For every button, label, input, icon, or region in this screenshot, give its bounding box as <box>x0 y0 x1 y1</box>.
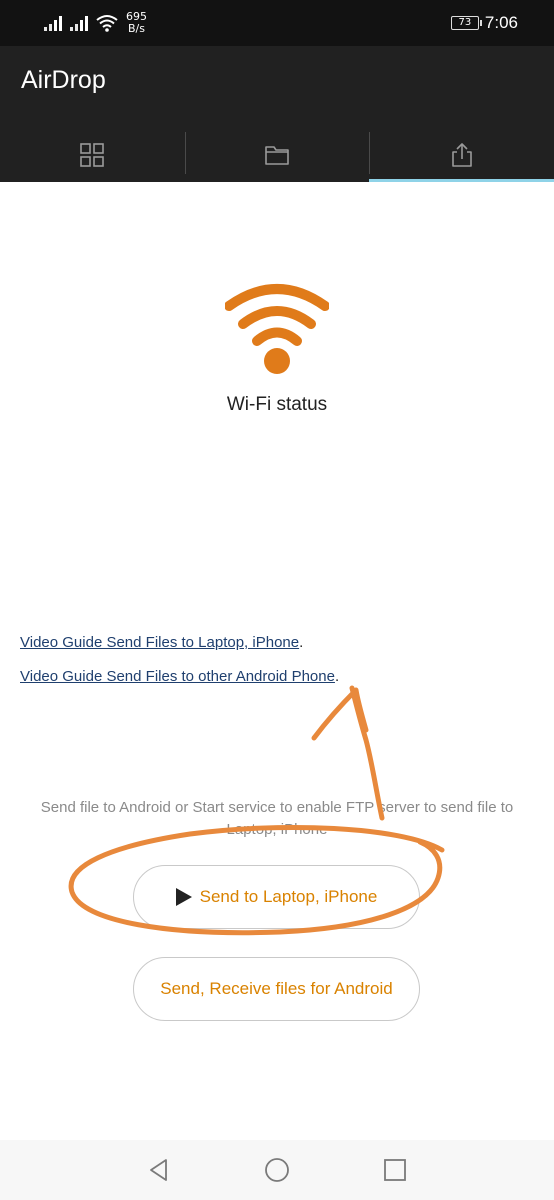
folder-icon <box>265 146 289 165</box>
wifi-icon <box>225 284 329 374</box>
send-to-laptop-label: Send to Laptop, iPhone <box>199 887 378 906</box>
net-speed-unit: B/s <box>128 22 145 35</box>
video-guide-laptop-link[interactable]: Video Guide Send Files to Laptop, iPhone… <box>20 634 303 651</box>
wifi-status-label: Wi-Fi status <box>226 394 328 415</box>
home-icon <box>265 1158 289 1182</box>
video-guide-laptop-text: Video Guide Send Files to Laptop, iPhone <box>20 634 300 651</box>
status-bar: 695 B/s 73 7:06 <box>0 0 554 46</box>
back-button[interactable] <box>139 1150 179 1190</box>
wifi-status-icon <box>96 15 118 32</box>
recents-icon <box>384 1159 406 1181</box>
info-text: Send file to Android or Start service to… <box>40 799 514 838</box>
wifi-status: Wi-Fi status <box>0 282 554 416</box>
navigation-bar <box>0 1140 554 1200</box>
clock: 7:06 <box>484 13 518 32</box>
tab-apps[interactable] <box>0 128 185 182</box>
battery-icon: 73 <box>450 16 482 30</box>
link-period: . <box>299 634 304 651</box>
video-guide-android-text: Video Guide Send Files to other Android … <box>20 668 335 685</box>
net-speed: 695 B/s <box>126 11 147 35</box>
battery-level: 73 <box>458 17 472 28</box>
tab-bar <box>0 128 554 182</box>
signal-icon-2 <box>70 15 88 31</box>
annotation-arrow-head <box>311 687 369 741</box>
app-bar: AirDrop <box>0 46 554 182</box>
grid-icon <box>80 143 105 167</box>
share-icon <box>451 143 472 167</box>
home-button[interactable] <box>257 1150 297 1190</box>
link-period-2: . <box>334 668 340 685</box>
tab-files[interactable] <box>184 128 370 182</box>
send-receive-android-button[interactable]: Send, Receive files for Android <box>133 957 420 1021</box>
status-right: 73 7:06 <box>450 10 518 36</box>
play-icon <box>175 888 192 906</box>
tab-share[interactable] <box>369 128 554 182</box>
send-to-laptop-button[interactable]: Send to Laptop, iPhone <box>133 865 420 929</box>
back-icon <box>150 1159 167 1181</box>
status-left: 695 B/s <box>44 9 147 37</box>
signal-icon <box>44 15 62 31</box>
app-title: AirDrop <box>21 66 106 94</box>
recents-button[interactable] <box>375 1150 415 1190</box>
send-receive-android-label: Send, Receive files for Android <box>160 979 393 998</box>
video-guide-android-link[interactable]: Video Guide Send Files to other Android … <box>20 668 339 685</box>
